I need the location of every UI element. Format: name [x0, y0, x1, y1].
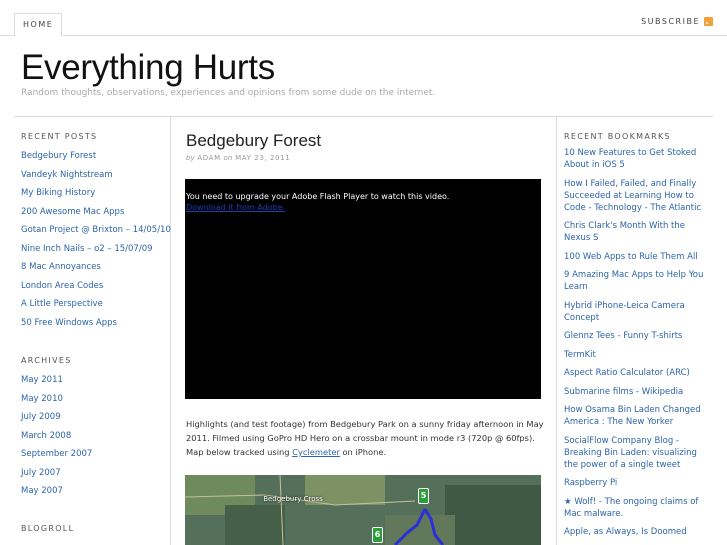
archive-link[interactable]: July 2009 [21, 408, 92, 427]
recent-posts-list: Bedgebury Forest Vandeyk Nightstream My … [21, 147, 171, 332]
post-meta: by Adam on May 23, 2011 [186, 154, 290, 162]
nav-tab-home[interactable]: Home [14, 13, 63, 37]
route-map-image[interactable]: Bedgebury Cross 5 6 [185, 475, 541, 545]
video-player[interactable]: You need to upgrade your Adobe Flash Pla… [185, 179, 541, 399]
post-meta-on: on [223, 154, 233, 162]
map-marker[interactable]: 5 [418, 488, 429, 504]
archive-link[interactable]: July 2007 [21, 464, 92, 483]
blogroll-heading: Blogroll [21, 524, 75, 533]
cyclemeter-link[interactable]: Cyclemeter [292, 447, 340, 457]
post-date: May 23, 2011 [235, 154, 291, 162]
bookmark-link[interactable]: 10 New Features to Get Stoked About in i… [564, 147, 712, 171]
recent-post-link[interactable]: London Area Codes [21, 277, 171, 296]
archive-link[interactable]: March 2008 [21, 427, 92, 446]
archive-link[interactable]: September 2007 [21, 445, 92, 464]
post-author[interactable]: Adam [197, 154, 220, 162]
bookmarks-list: 10 New Features to Get Stoked About in i… [564, 147, 712, 538]
subscribe-link[interactable]: Subscribe [641, 17, 713, 26]
bookmark-link[interactable]: How Osama Bin Laden Changed America : Th… [564, 404, 712, 428]
recent-post-link[interactable]: A Little Perspective [21, 295, 171, 314]
subscribe-label: Subscribe [641, 17, 700, 26]
top-navigation: Home Subscribe [0, 0, 727, 37]
bookmark-link[interactable]: ★ Wolf! - The ongoing claims of Mac malw… [564, 496, 712, 520]
rss-icon [704, 17, 713, 26]
main-content: Bedgebury Forest by Adam on May 23, 2011… [171, 117, 556, 545]
site-title[interactable]: Everything Hurts [21, 46, 275, 90]
archive-link[interactable]: May 2011 [21, 371, 92, 390]
post-body: Highlights (and test footage) from Bedge… [186, 417, 546, 459]
archives-list: May 2011 May 2010 July 2009 March 2008 S… [21, 371, 92, 501]
recent-posts-widget: Recent Posts Bedgebury Forest Vandeyk Ni… [21, 132, 171, 332]
archives-widget: Archives May 2011 May 2010 July 2009 Mar… [21, 356, 92, 501]
recent-post-link[interactable]: Gotan Project @ Brixton – 14/05/10 [21, 221, 171, 240]
recent-posts-heading: Recent Posts [21, 132, 98, 141]
archive-link[interactable]: May 2010 [21, 390, 92, 409]
archives-heading: Archives [21, 356, 72, 365]
bookmark-link[interactable]: Raspberry Pi [564, 477, 712, 489]
recent-post-link[interactable]: Bedgebury Forest [21, 147, 171, 166]
bookmarks-heading: Recent Bookmarks [564, 132, 671, 141]
right-sidebar: Recent Bookmarks 10 New Features to Get … [556, 117, 713, 545]
post-title[interactable]: Bedgebury Forest [186, 131, 321, 151]
recent-post-link[interactable]: Nine Inch Nails – o2 – 15/07/09 [21, 240, 171, 259]
bookmark-link[interactable]: Submarine films - Wikipedia [564, 386, 712, 398]
recent-post-link[interactable]: 8 Mac Annoyances [21, 258, 171, 277]
post-body-text-end: on iPhone. [339, 447, 387, 457]
blogroll-widget: Blogroll [21, 524, 74, 539]
map-marker[interactable]: 6 [372, 527, 383, 543]
recent-post-link[interactable]: Vandeyk Nightstream [21, 166, 171, 185]
bookmark-link[interactable]: TermKit [564, 349, 712, 361]
bookmark-link[interactable]: Apple, as Always, Is Doomed [564, 526, 712, 538]
bookmark-link[interactable]: Hybrid iPhone-Leica Camera Concept [564, 300, 712, 324]
bookmark-link[interactable]: Chris Clark's Month With the Nexus S [564, 220, 712, 244]
recent-post-link[interactable]: My Biking History [21, 184, 171, 203]
flash-download-link[interactable]: Download it from Adobe. [186, 203, 285, 212]
left-sidebar: Recent Posts Bedgebury Forest Vandeyk Ni… [14, 117, 171, 545]
flash-upgrade-message: You need to upgrade your Adobe Flash Pla… [186, 192, 450, 201]
recent-post-link[interactable]: 50 Free Windows Apps [21, 314, 171, 333]
map-terrain [185, 475, 541, 545]
bookmark-link[interactable]: 100 Web Apps to Rule Them All [564, 251, 712, 263]
bookmark-link[interactable]: Glennz Tees - Funny T-shirts [564, 330, 712, 342]
map-place-label: Bedgebury Cross [263, 495, 323, 503]
post-meta-by: by [186, 154, 195, 162]
bookmark-link[interactable]: 9 Amazing Mac Apps to Help You Learn [564, 269, 712, 293]
bookmark-link[interactable]: How I Failed, Failed, and Finally Succee… [564, 178, 712, 214]
bookmark-link[interactable]: SocialFlow Company Blog - Breaking Bin L… [564, 435, 712, 471]
archive-link[interactable]: May 2007 [21, 482, 92, 501]
bookmark-link[interactable]: Aspect Ratio Calculator (ARC) [564, 367, 712, 379]
bookmarks-widget: Recent Bookmarks 10 New Features to Get … [564, 132, 712, 545]
site-tagline: Random thoughts, observations, experienc… [21, 88, 436, 98]
recent-post-link[interactable]: 200 Awesome Mac Apps [21, 203, 171, 222]
